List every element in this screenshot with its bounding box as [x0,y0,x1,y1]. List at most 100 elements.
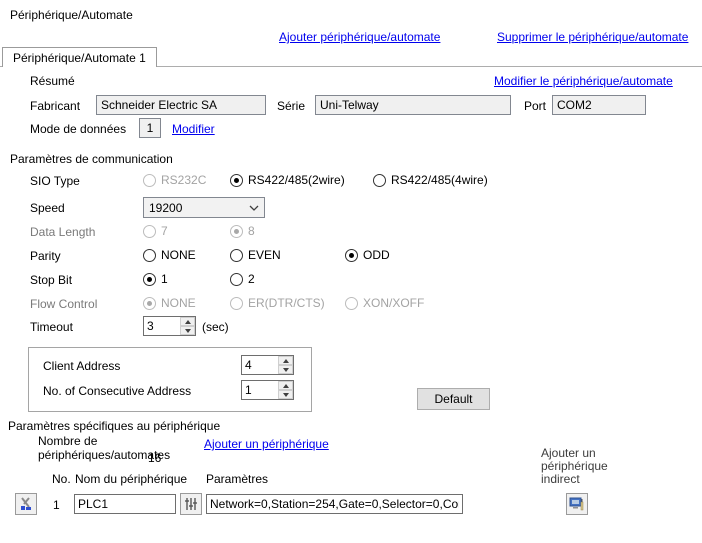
maker-label: Fabricant [30,99,80,113]
radio-stopbit-1[interactable]: 1 [143,269,168,289]
radio-rs422-2wire-label: RS422/485(2wire) [248,173,345,187]
column-params: Paramètres [206,472,268,486]
radio-flow-xonxoff: XON/XOFF [345,293,424,313]
add-single-device-link[interactable]: Ajouter un périphérique [204,437,329,451]
device-plc-settings-page: Périphérique/Automate Ajouter périphériq… [0,0,702,543]
timeout-input[interactable] [144,317,180,335]
timeout-label: Timeout [30,320,73,334]
radio-circle-icon [143,297,156,310]
maker-field: Schneider Electric SA [96,95,266,115]
radio-stopbit-2-label: 2 [248,272,255,286]
consecutive-address-stepper[interactable] [241,380,294,400]
column-no: No. [52,472,71,486]
device-count-label-line1: Nombre de [38,434,97,448]
radio-parity-none-label: NONE [161,248,196,262]
radio-rs422-4wire-label: RS422/485(4wire) [391,173,488,187]
radio-rs232c: RS232C [143,170,206,190]
device-params-input[interactable] [206,494,463,514]
radio-parity-odd[interactable]: ODD [345,245,390,265]
radio-circle-icon[interactable] [373,174,386,187]
radio-circle-icon[interactable] [230,174,243,187]
radio-circle-icon[interactable] [143,273,156,286]
device-count-value: 16 [148,451,161,465]
radio-parity-even[interactable]: EVEN [230,245,281,265]
series-label: Série [277,99,305,113]
radio-circle-icon [143,174,156,187]
add-indirect-device-button[interactable] [566,493,588,515]
arrow-down-icon [185,329,191,333]
timeout-unit: (sec) [202,320,229,334]
data-length-label: Data Length [30,225,95,239]
timeout-up-button[interactable] [180,317,195,326]
radio-stopbit-1-label: 1 [161,272,168,286]
summary-heading: Résumé [30,74,75,88]
indirect-device-icon [569,496,585,512]
port-field: COM2 [552,95,646,115]
radio-circle-icon[interactable] [345,249,358,262]
speed-value: 19200 [149,201,182,215]
speed-label: Speed [30,201,65,215]
client-address-stepper[interactable] [241,355,294,375]
data-mode-modify-link[interactable]: Modifier [172,122,215,136]
speed-select[interactable]: 19200 [143,197,265,218]
column-name: Nom du périphérique [75,472,187,486]
radio-flow-er: ER(DTR/CTS) [230,293,325,313]
consecutive-address-label: No. of Consecutive Address [43,384,191,398]
radio-stopbit-2[interactable]: 2 [230,269,255,289]
sliders-icon [184,497,198,511]
data-mode-value: 1 [139,118,161,138]
stop-bit-label: Stop Bit [30,273,72,287]
client-address-up-button[interactable] [278,356,293,365]
consecutive-address-input[interactable] [242,381,278,399]
radio-circle-icon[interactable] [143,249,156,262]
arrow-down-icon [283,393,289,397]
add-device-link[interactable]: Ajouter périphérique/automate [279,30,440,44]
consecutive-address-down-button[interactable] [278,390,293,399]
consecutive-address-up-button[interactable] [278,381,293,390]
device-row-button[interactable] [15,493,37,515]
timeout-down-button[interactable] [180,326,195,335]
chevron-down-icon [249,205,259,211]
comm-heading: Paramètres de communication [10,152,173,166]
radio-flow-none-label: NONE [161,296,196,310]
radio-rs422-4wire[interactable]: RS422/485(4wire) [373,170,488,190]
data-mode-label: Mode de données [30,122,126,136]
client-address-input[interactable] [242,356,278,374]
indirect-label-line3: indirect [541,473,636,486]
radio-datalength-8: 8 [230,221,255,241]
default-button[interactable]: Default [417,388,490,410]
radio-rs422-2wire[interactable]: RS422/485(2wire) [230,170,345,190]
modify-device-link[interactable]: Modifier le périphérique/automate [494,74,673,88]
device-tool-icon [18,496,34,512]
radio-datalength-7-label: 7 [161,224,168,238]
parity-label: Parity [30,249,61,263]
client-address-label: Client Address [43,359,120,373]
timeout-stepper[interactable] [143,316,196,336]
radio-rs232c-label: RS232C [161,173,206,187]
arrow-up-icon [185,320,191,324]
radio-circle-icon [345,297,358,310]
radio-circle-icon[interactable] [230,249,243,262]
radio-datalength-8-label: 8 [248,224,255,238]
radio-flow-xonxoff-label: XON/XOFF [363,296,424,310]
remove-device-link[interactable]: Supprimer le périphérique/automate [497,30,688,44]
radio-parity-none[interactable]: NONE [143,245,196,265]
radio-circle-icon [143,225,156,238]
radio-circle-icon [230,297,243,310]
client-address-down-button[interactable] [278,365,293,374]
device-section-heading: Paramètres spécifiques au périphérique [8,419,220,433]
arrow-up-icon [283,359,289,363]
add-indirect-device-label: Ajouter un périphérique indirect [541,447,636,486]
tab-device-1[interactable]: Périphérique/Automate 1 [2,47,157,67]
radio-parity-even-label: EVEN [248,248,281,262]
device-name-input[interactable] [74,494,176,514]
flow-control-label: Flow Control [30,297,97,311]
device-settings-button[interactable] [180,493,202,515]
page-title: Périphérique/Automate [10,8,133,22]
radio-flow-er-label: ER(DTR/CTS) [248,296,325,310]
arrow-down-icon [283,368,289,372]
tab-label: Périphérique/Automate 1 [13,51,146,65]
radio-circle-icon[interactable] [230,273,243,286]
arrow-up-icon [283,384,289,388]
radio-datalength-7: 7 [143,221,168,241]
